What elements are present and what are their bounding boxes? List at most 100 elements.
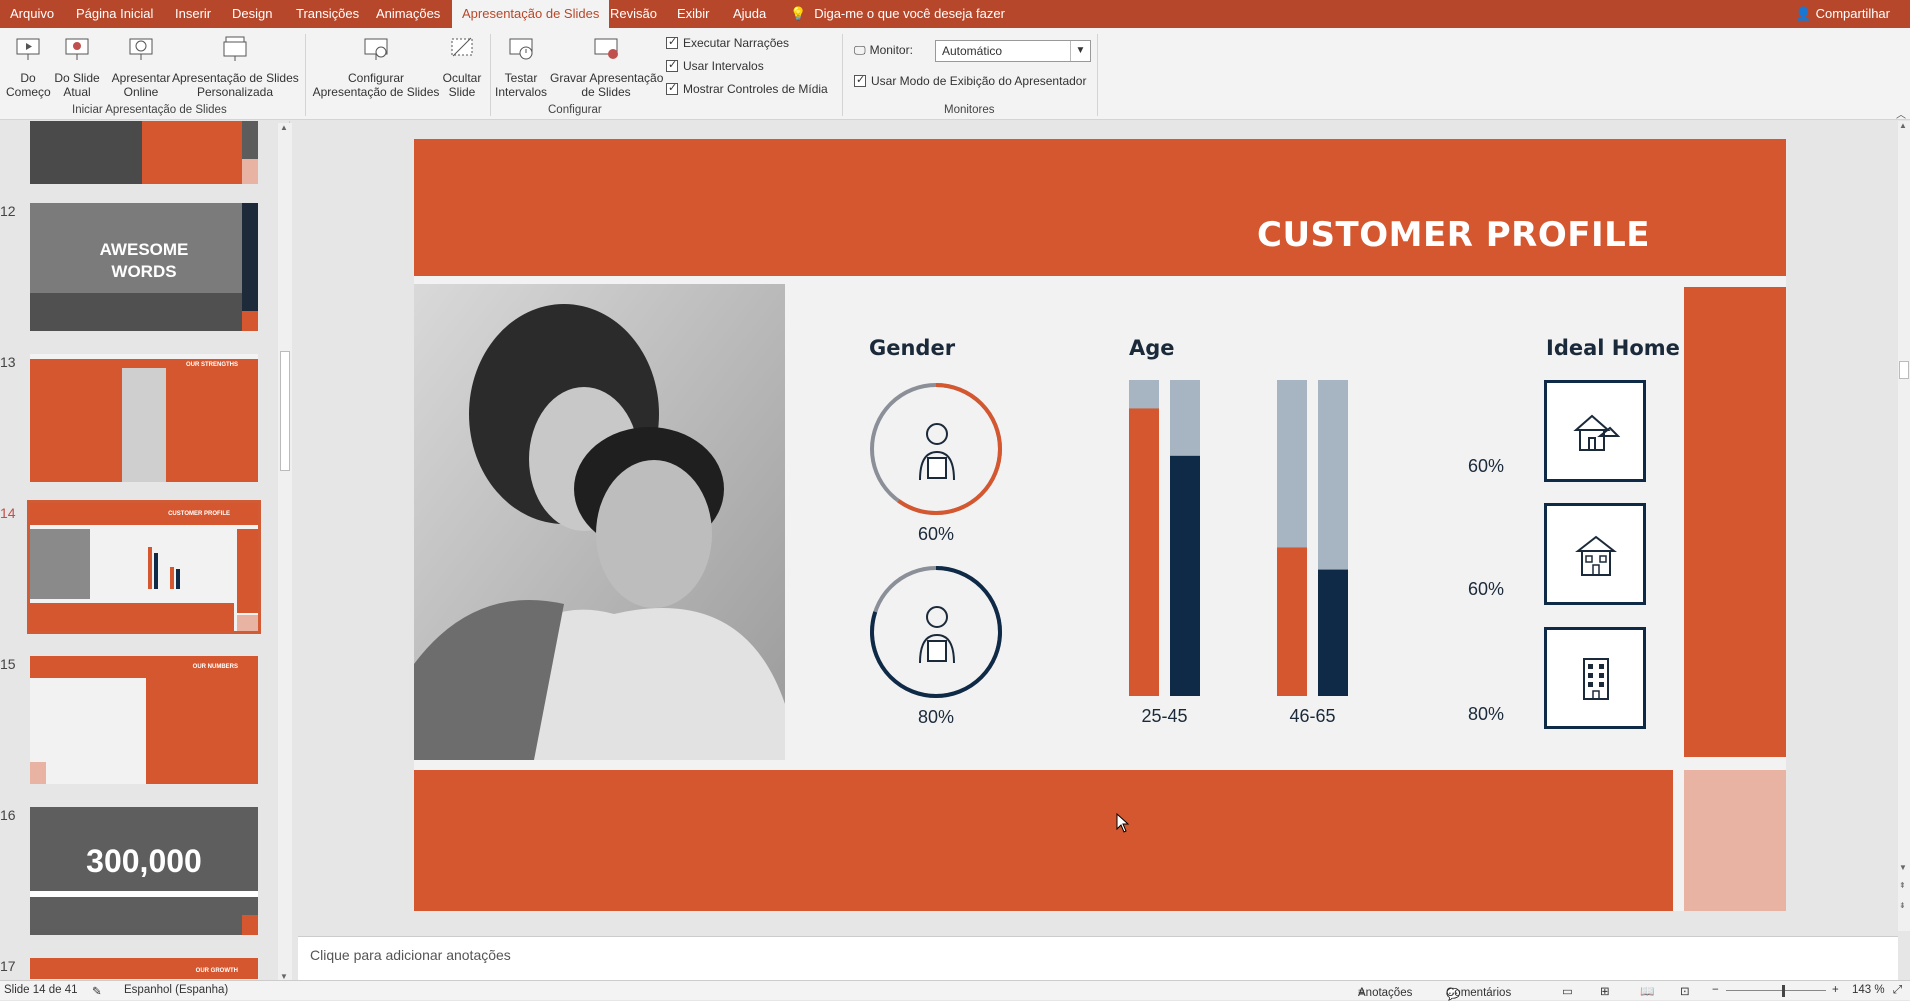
checkbox-checked-icon: [666, 81, 678, 95]
thumbnail-block: [30, 762, 46, 784]
from-current-button[interactable]: Do Slide Atual: [52, 34, 102, 99]
record-slideshow-button[interactable]: Gravar Apresentação de Slides: [550, 34, 663, 99]
person-icon: 👤: [1795, 6, 1812, 21]
rehearse-timings-button[interactable]: Testar Intervalos: [494, 34, 548, 99]
from-beginning-button[interactable]: Do Começo: [6, 34, 51, 99]
tab-transicoes[interactable]: Transições: [286, 0, 369, 28]
slide-thumbnail-15[interactable]: OUR NUMBERS: [30, 656, 258, 784]
zoom-slider[interactable]: [1726, 990, 1826, 991]
tab-ajuda[interactable]: Ajuda: [723, 0, 776, 28]
scrollbar-thumb[interactable]: [280, 351, 290, 471]
menu-bar: Arquivo Página Inicial Inserir Design Tr…: [0, 0, 1910, 28]
thumbnail-block: [242, 311, 258, 331]
thumbnail-title: 300,000: [86, 843, 202, 879]
status-bar: Slide 14 de 41 ✎ Espanhol (Espanha) ≡ An…: [0, 980, 1910, 1001]
setup-slideshow-icon: [364, 38, 388, 60]
thumbnail-scrollbar[interactable]: ▲ ▼: [278, 123, 292, 981]
mouse-cursor-icon: [1116, 813, 1130, 833]
tab-arquivo[interactable]: Arquivo: [0, 0, 64, 28]
tab-pagina-inicial[interactable]: Página Inicial: [66, 0, 163, 28]
normal-view-icon[interactable]: ▭: [1562, 984, 1573, 998]
editor-scrollbar[interactable]: ▲ ▼ ⇞ ⇟: [1898, 121, 1910, 931]
notes-pane[interactable]: Clique para adicionar anotações: [298, 936, 1898, 980]
presenter-view-label: Usar Modo de Exibição do Apresentador: [871, 74, 1087, 88]
present-online-button[interactable]: Apresentar Online: [108, 34, 174, 99]
previous-slide-icon[interactable]: ⇞: [1899, 881, 1906, 890]
stopwatch-slide-icon: [509, 38, 533, 60]
slideshow-view-icon[interactable]: ⊡: [1680, 984, 1690, 998]
thumbnail-title: OUR GROWTH: [195, 968, 238, 974]
rehearse-timings-label: Testar Intervalos: [494, 71, 548, 99]
checkbox-checked-icon: [854, 73, 866, 87]
fit-slide-icon[interactable]: ⤢: [1893, 984, 1902, 997]
zoom-level[interactable]: 143 %: [1852, 984, 1885, 996]
tab-design[interactable]: Design: [222, 0, 282, 28]
home-percentage-1: 60%: [1467, 456, 1504, 476]
scrollbar-thumb[interactable]: [1899, 361, 1909, 379]
scroll-down-icon[interactable]: ▼: [1899, 863, 1907, 872]
comments-toggle-label: Comentários: [1446, 987, 1512, 999]
run-narrations-checkbox[interactable]: Executar Narrações: [666, 35, 789, 50]
chevron-down-icon: ▼: [1070, 41, 1090, 61]
thumbnail-photo: [30, 293, 258, 331]
footer-band: [414, 770, 1673, 911]
next-slide-icon[interactable]: ⇟: [1899, 901, 1906, 910]
monitor-icon: 🖵: [854, 43, 866, 57]
hide-slide-button[interactable]: Ocultar Slide: [440, 34, 484, 99]
tab-inserir[interactable]: Inserir: [165, 0, 221, 28]
reading-view-icon[interactable]: 📖: [1640, 984, 1654, 998]
house-icon-box: [1544, 380, 1646, 482]
tab-exibir[interactable]: Exibir: [667, 0, 720, 28]
slide-number: 12: [0, 203, 16, 219]
thumbnail-bar: [154, 553, 158, 589]
monitor-select[interactable]: Automático ▼: [935, 40, 1091, 62]
gender-heading: Gender: [869, 336, 956, 360]
slide-thumbnail-17[interactable]: OUR GROWTH: [30, 958, 258, 979]
female-agent-icon: [919, 423, 955, 481]
slide-thumbnail-13[interactable]: OUR STRENGTHS: [30, 354, 258, 482]
slide-canvas[interactable]: CUSTOMER PROFILE Gender 60% 80% Age 25-4…: [414, 139, 1786, 911]
slide-sorter-icon[interactable]: ⊞: [1600, 984, 1610, 998]
scroll-up-icon[interactable]: ▲: [280, 123, 288, 132]
age-heading: Age: [1129, 336, 1175, 360]
language-indicator[interactable]: Espanhol (Espanha): [124, 984, 228, 996]
tell-me-search[interactable]: 💡 Diga-me o que você deseja fazer: [790, 0, 1005, 28]
slide-thumbnail-14-selected[interactable]: CUSTOMER PROFILE: [27, 500, 261, 634]
use-timings-checkbox[interactable]: Usar Intervalos: [666, 58, 764, 73]
home-percentage-2: 60%: [1467, 579, 1504, 599]
zoom-slider-handle[interactable]: [1782, 985, 1785, 997]
setup-show-button[interactable]: Configurar Apresentação de Slides: [310, 34, 442, 99]
monitor-label: Monitor:: [869, 43, 913, 57]
slideshow-current-icon: [65, 38, 89, 60]
presenter-view-checkbox[interactable]: Usar Modo de Exibição do Apresentador: [854, 73, 1087, 88]
slideshow-start-icon: [16, 38, 40, 60]
slide-thumbnail-16[interactable]: 300,000: [30, 807, 258, 935]
notes-toggle-label: Anotações: [1358, 987, 1413, 999]
zoom-in-icon[interactable]: +: [1832, 984, 1839, 996]
ideal-home-heading: Ideal Home: [1546, 336, 1680, 360]
slide-thumbnail-12[interactable]: AWESOME WORDS: [30, 203, 258, 331]
tab-animacoes[interactable]: Animações: [366, 0, 450, 28]
spellcheck-icon[interactable]: ✎: [92, 984, 102, 998]
slide-title: CUSTOMER PROFILE: [1257, 215, 1650, 255]
show-media-controls-checkbox[interactable]: Mostrar Controles de Mídia: [666, 81, 828, 96]
custom-show-button[interactable]: Apresentação de Slides Personalizada: [172, 34, 299, 99]
thumbnail-title: CUSTOMER PROFILE: [168, 511, 230, 517]
show-media-controls-label: Mostrar Controles de Mídia: [683, 82, 828, 96]
group-label-setup: Configurar: [548, 104, 602, 116]
scroll-up-icon[interactable]: ▲: [1899, 121, 1907, 130]
share-button[interactable]: 👤 Compartilhar: [1795, 0, 1890, 28]
zoom-out-icon[interactable]: −: [1712, 984, 1719, 996]
tab-revisao[interactable]: Revisão: [600, 0, 667, 28]
tab-apresentacao-de-slides[interactable]: Apresentação de Slides: [452, 0, 610, 28]
slide-thumbnail-11[interactable]: [30, 121, 258, 184]
thumbnail-title: OUR STRENGTHS: [185, 362, 238, 368]
checkbox-checked-icon: [666, 35, 678, 49]
slide-number: 15: [0, 656, 16, 672]
collapse-ribbon-icon[interactable]: ︿: [1896, 106, 1906, 121]
slide-number: 17: [0, 958, 16, 974]
present-online-label: Apresentar Online: [111, 71, 171, 99]
thumbnail-bar: [176, 569, 180, 589]
slide-number-active: 14: [0, 505, 16, 521]
from-current-label: Do Slide Atual: [54, 71, 100, 99]
